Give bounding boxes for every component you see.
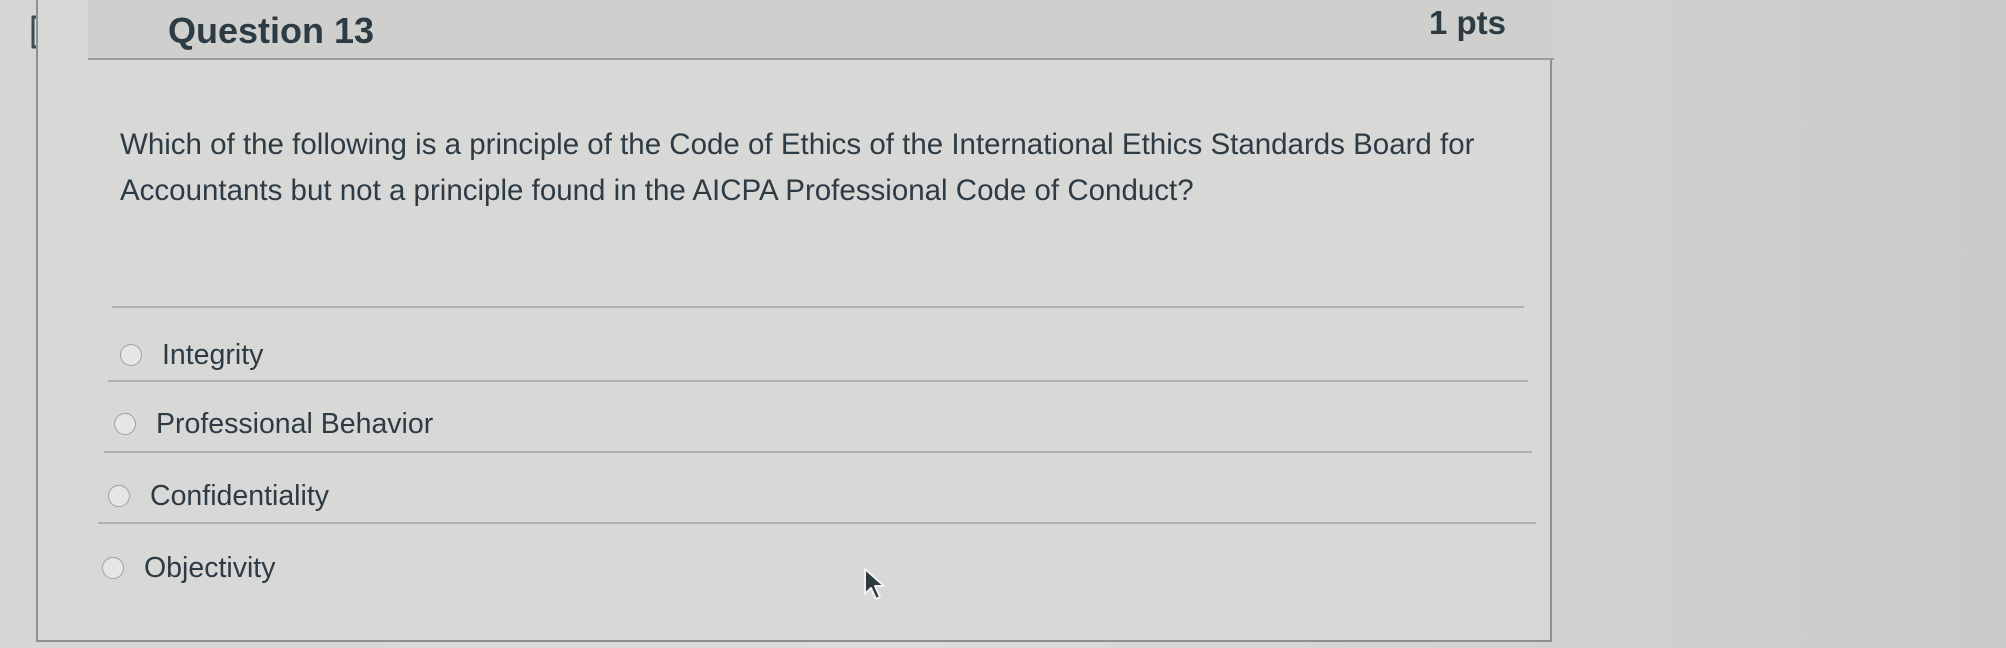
answer-divider — [108, 380, 1528, 382]
answer-label: Objectivity — [144, 551, 276, 584]
answer-divider — [104, 451, 1532, 453]
answer-option-integrity[interactable]: Integrity — [120, 333, 263, 377]
question-header: Question 13 1 pts — [88, 0, 1554, 60]
question-title: Question 13 — [168, 10, 375, 51]
answer-label: Confidentiality — [150, 479, 330, 512]
answer-option-confidentiality[interactable]: Confidentiality — [108, 474, 329, 518]
question-points: 1 pts — [1428, 4, 1506, 41]
answer-divider — [98, 522, 1536, 524]
radio-button[interactable] — [102, 557, 124, 579]
question-text: Which of the following is a principle of… — [120, 128, 1475, 207]
answer-option-professional-behavior[interactable]: Professional Behavior — [114, 402, 433, 446]
mouse-pointer-icon — [864, 568, 885, 600]
answer-option-objectivity[interactable]: Objectivity — [102, 546, 275, 590]
answer-label: Integrity — [162, 338, 264, 371]
radio-button[interactable] — [108, 485, 130, 507]
radio-button[interactable] — [120, 344, 142, 366]
answer-divider — [112, 306, 1524, 308]
radio-button[interactable] — [114, 413, 136, 435]
question-card: Question 13 1 pts Which of the following… — [36, 0, 1554, 642]
answer-label: Professional Behavior — [156, 407, 434, 440]
